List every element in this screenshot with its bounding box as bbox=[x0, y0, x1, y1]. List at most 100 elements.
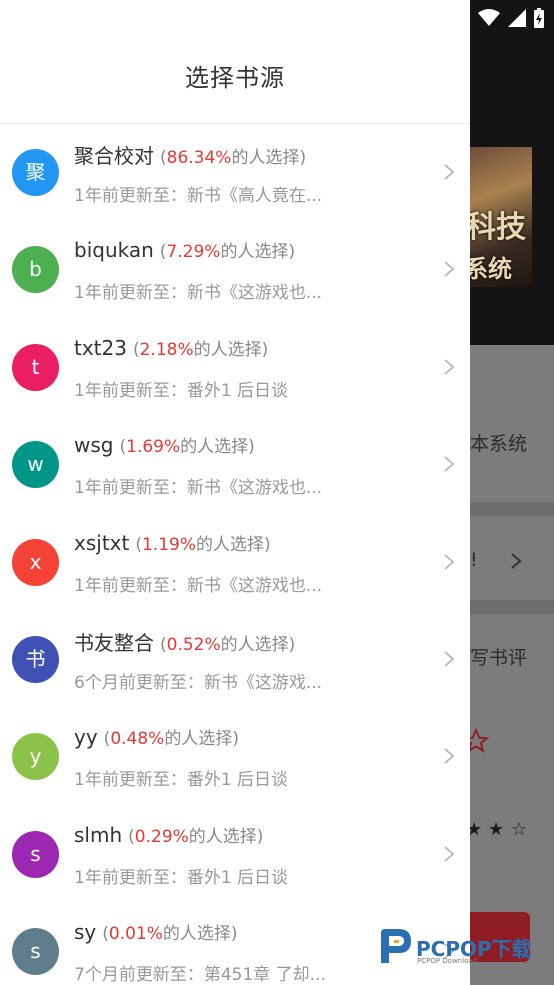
source-share-percent: 0.48% bbox=[110, 729, 165, 750]
chevron-right-icon bbox=[444, 456, 455, 472]
source-name-line: 聚合校对 (86.34%的人选择) bbox=[74, 140, 306, 169]
source-name-line: xsjtxt (1.19%的人选择) bbox=[74, 530, 271, 555]
source-item[interactable]: b biqukan (7.29%的人选择) 1年前更新至：新书《这游戏也... bbox=[0, 221, 470, 318]
source-latest-update: 1年前更新至：番外1 后日谈 bbox=[74, 867, 289, 888]
source-share: (86.34%的人选择) bbox=[160, 148, 306, 168]
source-share: (1.69%的人选择) bbox=[119, 437, 254, 457]
chevron-right-icon bbox=[444, 359, 455, 375]
book-cover-title: 科技 bbox=[466, 210, 526, 245]
chevron-right-icon bbox=[444, 846, 455, 862]
source-share-percent: 1.19% bbox=[141, 534, 196, 555]
source-avatar: 聚 bbox=[12, 149, 59, 196]
source-share: (0.01%的人选择) bbox=[102, 924, 237, 944]
source-name-line: sy (0.01%的人选择) bbox=[74, 919, 238, 944]
source-name-line: wsg (1.69%的人选择) bbox=[74, 432, 255, 457]
source-selection-drawer: 选择书源 聚 聚合校对 (86.34%的人选择) 1年前更新至：新书《高人竟在..… bbox=[0, 0, 470, 985]
chevron-right-icon bbox=[444, 261, 455, 278]
source-avatar: w bbox=[12, 441, 59, 489]
background-divider bbox=[470, 502, 554, 516]
source-share-suffix: 的人选择) bbox=[164, 729, 239, 750]
wifi-icon bbox=[478, 9, 500, 26]
source-name: 聚合校对 bbox=[74, 144, 154, 168]
source-name: 书友整合 bbox=[74, 630, 154, 655]
source-share-percent: 0.29% bbox=[134, 826, 189, 847]
pcpop-logo-icon bbox=[381, 929, 411, 963]
source-share: (0.29%的人选择) bbox=[128, 827, 263, 847]
source-share-suffix: 的人选择) bbox=[220, 242, 296, 263]
battery-icon bbox=[534, 8, 544, 28]
source-name: sy bbox=[74, 920, 97, 945]
source-share: (0.48%的人选择) bbox=[104, 729, 239, 749]
source-item[interactable]: 聚 聚合校对 (86.34%的人选择) 1年前更新至：新书《高人竟在... bbox=[0, 124, 470, 221]
source-share-percent: 0.01% bbox=[108, 924, 163, 945]
source-list: 聚 聚合校对 (86.34%的人选择) 1年前更新至：新书《高人竟在... b b… bbox=[0, 124, 470, 985]
source-item[interactable]: x xsjtxt (1.19%的人选择) 1年前更新至：新书《这游戏也... bbox=[0, 514, 470, 611]
chevron-right-icon bbox=[444, 748, 455, 765]
source-share: (7.29%的人选择) bbox=[160, 242, 295, 262]
source-share-open: ( bbox=[102, 924, 109, 945]
source-name-line: yy (0.48%的人选择) bbox=[74, 724, 239, 749]
chevron-right-icon bbox=[444, 651, 455, 667]
write-review-link: 写书评 bbox=[470, 647, 528, 669]
book-cover: 科技 系统 bbox=[462, 147, 532, 287]
signal-icon bbox=[508, 9, 526, 27]
source-share-percent: 1.69% bbox=[126, 437, 181, 458]
source-share: (1.19%的人选择) bbox=[135, 535, 270, 555]
chevron-right-icon bbox=[511, 553, 522, 569]
source-item[interactable]: t txt23 (2.18%的人选择) 1年前更新至：番外1 后日谈 bbox=[0, 319, 470, 416]
source-latest-update: 1年前更新至：番外1 后日谈 bbox=[74, 770, 289, 791]
source-share-suffix: 的人选择) bbox=[220, 634, 296, 655]
source-avatar: y bbox=[12, 733, 59, 781]
source-name-line: biqukan (7.29%的人选择) bbox=[74, 237, 295, 262]
source-latest-update: 1年前更新至：新书《这游戏也... bbox=[74, 575, 323, 596]
source-avatar: s bbox=[12, 830, 59, 878]
source-share-open: ( bbox=[128, 826, 135, 847]
source-share-percent: 2.18% bbox=[139, 339, 194, 360]
source-name: yy bbox=[74, 725, 98, 750]
source-share-open: ( bbox=[160, 148, 167, 168]
star-outline-icon: ☆ bbox=[511, 819, 528, 840]
source-share: (2.18%的人选择) bbox=[133, 340, 268, 360]
source-item[interactable]: w wsg (1.69%的人选择) 1年前更新至：新书《这游戏也... bbox=[0, 416, 470, 513]
source-share-suffix: 的人选择) bbox=[188, 826, 264, 847]
source-name: wsg bbox=[74, 433, 114, 458]
watermark: PCPOP下载 PCPOP Download bbox=[377, 927, 532, 967]
source-avatar: x bbox=[12, 538, 59, 586]
source-name-line: 书友整合 (0.52%的人选择) bbox=[74, 627, 295, 656]
source-name: slmh bbox=[74, 822, 123, 847]
background-snippet: ! bbox=[470, 549, 478, 571]
background-snippet: 本系统 bbox=[470, 433, 528, 455]
source-latest-update: 6个月前更新至：新书《这游戏... bbox=[74, 672, 323, 693]
book-cover-title-2: 系统 bbox=[464, 254, 512, 283]
source-avatar: s bbox=[12, 928, 59, 976]
drawer-title: 选择书源 bbox=[185, 64, 285, 92]
source-share-percent: 0.52% bbox=[166, 634, 221, 655]
source-share-suffix: 的人选择) bbox=[231, 148, 307, 168]
source-share-open: ( bbox=[132, 339, 140, 360]
source-name-line: slmh (0.29%的人选择) bbox=[74, 822, 263, 847]
source-item[interactable]: 书 书友整合 (0.52%的人选择) 6个月前更新至：新书《这游戏... bbox=[0, 611, 470, 708]
source-avatar: b bbox=[12, 246, 59, 294]
source-avatar: t bbox=[12, 343, 59, 391]
source-item[interactable]: y yy (0.48%的人选择) 1年前更新至：番外1 后日谈 bbox=[0, 708, 470, 805]
source-share-percent: 86.34% bbox=[166, 148, 232, 168]
source-latest-update: 1年前更新至：新书《这游戏也... bbox=[74, 478, 323, 499]
source-share-open: ( bbox=[160, 634, 167, 655]
source-share-suffix: 的人选择) bbox=[193, 339, 269, 360]
source-latest-update: 7个月前更新至：第451章 了却... bbox=[74, 965, 326, 985]
source-latest-update: 1年前更新至：新书《高人竟在... bbox=[74, 186, 323, 206]
watermark-subtext: PCPOP Download bbox=[417, 957, 478, 965]
source-name-line: txt23 (2.18%的人选择) bbox=[74, 335, 268, 360]
status-bar bbox=[478, 6, 544, 30]
source-name: biqukan bbox=[74, 238, 154, 263]
chevron-right-icon bbox=[444, 164, 455, 180]
source-latest-update: 1年前更新至：番外1 后日谈 bbox=[74, 380, 289, 401]
source-name: xsjtxt bbox=[74, 530, 130, 555]
source-share-suffix: 的人选择) bbox=[162, 924, 238, 945]
source-share: (0.52%的人选择) bbox=[160, 635, 295, 655]
source-share-suffix: 的人选择) bbox=[180, 437, 255, 458]
source-name: txt23 bbox=[74, 335, 127, 360]
source-share-percent: 7.29% bbox=[166, 242, 221, 263]
source-share-open: ( bbox=[135, 534, 142, 555]
source-item[interactable]: s slmh (0.29%的人选择) 1年前更新至：番外1 后日谈 bbox=[0, 806, 470, 903]
